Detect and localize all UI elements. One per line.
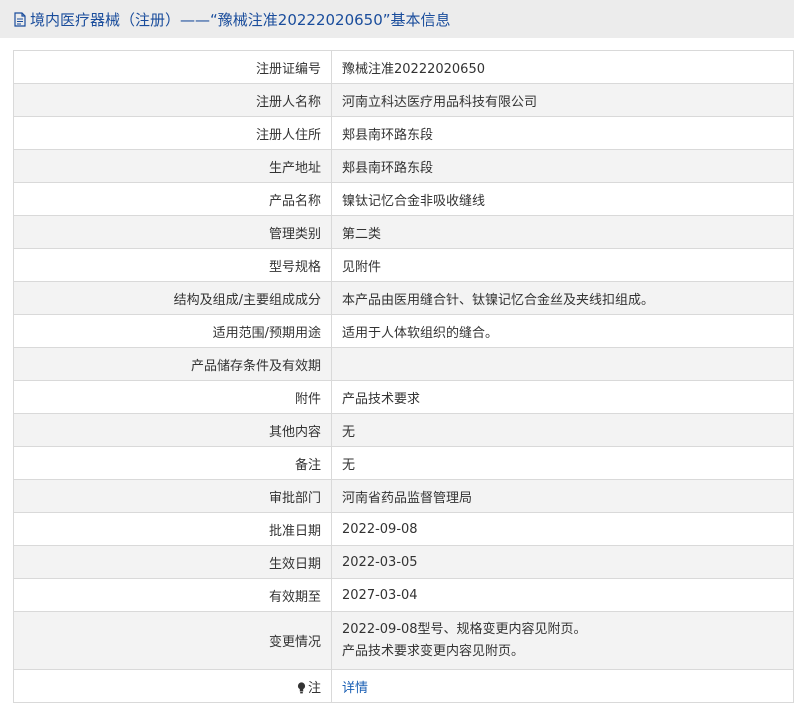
row-value: 豫械注准20222020650 [331,50,794,84]
table-row: 注册人住所 郏县南环路东段 [13,116,794,150]
row-label: 型号规格 [13,248,332,282]
page-header: 境内医疗器械（注册）——“豫械注准20222020650”基本信息 [0,0,794,38]
row-value: 无 [331,446,794,480]
table-row: 管理类别 第二类 [13,215,794,249]
row-value: 2022-03-05 [331,545,794,579]
table-row: 生产地址 郏县南环路东段 [13,149,794,183]
table-row: 有效期至 2027-03-04 [13,578,794,612]
row-label: 生效日期 [13,545,332,579]
table-row: 注册证编号 豫械注准20222020650 [13,50,794,84]
table-row: 适用范围/预期用途 适用于人体软组织的缝合。 [13,314,794,348]
change-line-2: 产品技术要求变更内容见附页。 [342,643,525,659]
row-value [331,347,794,381]
row-label: 批准日期 [13,512,332,546]
table-row: 结构及组成/主要组成成分 本产品由医用缝合针、钛镍记忆合金丝及夹线扣组成。 [13,281,794,315]
table-row-change: 变更情况 2022-09-08型号、规格变更内容见附页。 产品技术要求变更内容见… [13,611,794,670]
row-value: 2027-03-04 [331,578,794,612]
document-icon [14,11,26,27]
details-link[interactable]: 详情 [342,681,368,696]
row-label: 产品名称 [13,182,332,216]
row-label: 其他内容 [13,413,332,447]
table-row: 型号规格 见附件 [13,248,794,282]
note-label: 注 [307,680,321,696]
row-value: 见附件 [331,248,794,282]
row-label: 注册人名称 [13,83,332,117]
row-label: 有效期至 [13,578,332,612]
change-line-1: 2022-09-08型号、规格变更内容见附页。 [342,621,587,637]
row-label: 变更情况 [13,611,332,670]
table-row: 产品储存条件及有效期 [13,347,794,381]
table-row: 备注 无 [13,446,794,480]
row-label: 产品储存条件及有效期 [13,347,332,381]
row-label: 结构及组成/主要组成成分 [13,281,332,315]
row-value: 2022-09-08 [331,512,794,546]
lightbulb-icon [297,682,306,694]
row-value: 河南省药品监督管理局 [331,479,794,513]
info-table-container: 注册证编号 豫械注准20222020650 注册人名称 河南立科达医疗用品科技有… [13,50,794,703]
row-value: 本产品由医用缝合针、钛镍记忆合金丝及夹线扣组成。 [331,281,794,315]
table-row: 其他内容 无 [13,413,794,447]
table-row-note: 注 详情 [13,669,794,703]
row-label: 审批部门 [13,479,332,513]
row-label: 管理类别 [13,215,332,249]
row-value-change: 2022-09-08型号、规格变更内容见附页。 产品技术要求变更内容见附页。 [331,611,794,670]
table-row: 附件 产品技术要求 [13,380,794,414]
row-label: 附件 [13,380,332,414]
row-value: 无 [331,413,794,447]
table-row: 生效日期 2022-03-05 [13,545,794,579]
row-label: 注册人住所 [13,116,332,150]
row-value-note: 详情 [331,669,794,703]
row-value: 郏县南环路东段 [331,149,794,183]
row-label-note: 注 [13,669,332,703]
table-row: 批准日期 2022-09-08 [13,512,794,546]
page-title: 境内医疗器械（注册）——“豫械注准20222020650”基本信息 [30,10,451,29]
row-value: 河南立科达医疗用品科技有限公司 [331,83,794,117]
row-value: 第二类 [331,215,794,249]
info-table: 注册证编号 豫械注准20222020650 注册人名称 河南立科达医疗用品科技有… [13,50,794,703]
row-value: 郏县南环路东段 [331,116,794,150]
table-row: 产品名称 镍钛记忆合金非吸收缝线 [13,182,794,216]
row-value: 产品技术要求 [331,380,794,414]
row-label: 注册证编号 [13,50,332,84]
row-label: 备注 [13,446,332,480]
row-value: 适用于人体软组织的缝合。 [331,314,794,348]
row-label: 适用范围/预期用途 [13,314,332,348]
table-row: 审批部门 河南省药品监督管理局 [13,479,794,513]
row-value: 镍钛记忆合金非吸收缝线 [331,182,794,216]
row-label: 生产地址 [13,149,332,183]
table-row: 注册人名称 河南立科达医疗用品科技有限公司 [13,83,794,117]
